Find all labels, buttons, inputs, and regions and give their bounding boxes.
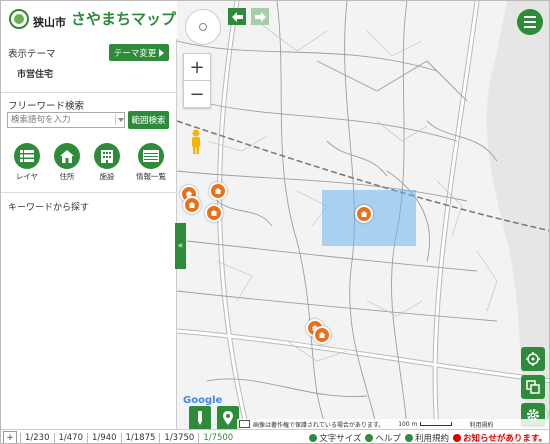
scale-1-940[interactable]: 1/940 [87, 432, 121, 443]
back-button[interactable] [228, 8, 246, 25]
tool-address-label: 住所 [59, 172, 75, 181]
home-icon [54, 143, 80, 169]
bottom-bar: + 1/230 1/470 1/940 1/1875 1/3750 1/7500… [1, 429, 549, 444]
font-size-link[interactable]: 文字サイズ [309, 432, 362, 444]
scale-1-7500[interactable]: 1/7500 [198, 432, 237, 443]
table-icon [138, 143, 164, 169]
scale-bar [420, 422, 453, 426]
city-logo[interactable]: 狭山市 [9, 8, 66, 30]
divider [1, 192, 177, 193]
search-dropdown-icon[interactable] [115, 114, 125, 125]
tool-info-list[interactable]: 情報一覧 [131, 143, 171, 182]
google-logo-text: Google [183, 395, 223, 406]
expand-button[interactable]: + [3, 430, 17, 443]
scale-1-1875[interactable]: 1/1875 [120, 432, 160, 443]
pencil-icon [198, 411, 202, 425]
zoom-in-button[interactable]: + [183, 53, 211, 81]
app-window: 狭山市 さやまちマップ 表示テーマ テーマ変更 市営住宅 フリーワード検索 範囲… [0, 0, 550, 444]
copy-layers-icon [526, 380, 540, 394]
tool-row: レイヤ 住所 施設 情報一覧 [7, 143, 171, 187]
divider [1, 92, 177, 93]
keyboard-icon [239, 420, 250, 428]
scale-1-230[interactable]: 1/230 [20, 432, 54, 443]
terms-link[interactable]: 利用規約 [405, 432, 450, 444]
terms-icon [405, 433, 413, 442]
freeword-label: フリーワード検索 [8, 101, 85, 112]
housing-marker[interactable] [355, 205, 373, 223]
pin-button[interactable] [217, 406, 239, 429]
list-icon [14, 143, 40, 169]
text-size-icon [309, 433, 318, 442]
range-search-button[interactable]: 範囲検索 [128, 111, 169, 129]
crosshair-icon [526, 352, 540, 366]
search-input[interactable] [7, 112, 125, 128]
help-icon [365, 433, 374, 442]
tool-layer[interactable]: レイヤ [7, 143, 47, 182]
help-link[interactable]: ヘルプ [365, 432, 401, 444]
forward-button[interactable] [251, 8, 269, 25]
scale-1-3750[interactable]: 1/3750 [159, 432, 198, 443]
street-view-pegman-icon[interactable] [190, 129, 202, 155]
arrow-right-icon [254, 11, 266, 22]
housing-marker[interactable] [313, 326, 331, 344]
tool-address[interactable]: 住所 [47, 143, 87, 182]
play-icon [159, 48, 165, 57]
tool-info-list-label: 情報一覧 [136, 172, 166, 181]
header: 狭山市 さやまちマップ [1, 1, 177, 40]
notice-icon [453, 433, 462, 442]
sidebar: 表示テーマ テーマ変更 市営住宅 フリーワード検索 範囲検索 レイヤ 住所 [1, 39, 177, 429]
google-terms-link[interactable]: 利用規約 [469, 420, 493, 429]
city-emblem-icon [9, 9, 29, 29]
map-pin-icon [223, 411, 233, 425]
tool-facility[interactable]: 施設 [87, 143, 127, 182]
tool-facility-label: 施設 [99, 172, 115, 181]
google-logo: Google [183, 395, 222, 406]
theme-label: 表示テーマ [8, 49, 56, 60]
theme-change-button[interactable]: テーマ変更 [109, 44, 169, 61]
tool-layer-label: レイヤ [15, 172, 39, 181]
notice-link[interactable]: お知らせがあります。 [453, 432, 547, 444]
current-theme: 市営住宅 [17, 70, 54, 80]
hamburger-line [524, 26, 536, 28]
theme-change-label: テーマ変更 [113, 48, 157, 59]
housing-marker[interactable] [183, 196, 201, 214]
help-label: ヘルプ [375, 433, 401, 444]
scale-1-470[interactable]: 1/470 [53, 432, 88, 443]
terms-label: 利用規約 [415, 433, 450, 444]
building-icon [94, 143, 120, 169]
zoom-out-button[interactable]: − [183, 80, 211, 108]
measure-button[interactable] [189, 406, 211, 429]
notice-label: お知らせがあります。 [463, 433, 547, 444]
font-size-label: 文字サイズ [319, 433, 362, 444]
layer-switch-button[interactable] [521, 375, 545, 399]
keyword-search-label[interactable]: キーワードから探す [8, 200, 89, 213]
housing-marker[interactable] [205, 204, 223, 222]
housing-marker[interactable] [209, 182, 227, 200]
hamburger-icon [524, 16, 536, 18]
scale-label: 100 m [398, 420, 418, 428]
app-title: さやまちマップ [71, 10, 177, 28]
current-location-button[interactable] [521, 347, 545, 371]
main-menu-button[interactable] [517, 9, 543, 35]
hamburger-line [524, 21, 536, 23]
copyright-text: 画像は著作権で保護されている場合があります。 [253, 421, 385, 429]
sidebar-collapse-button[interactable]: « [175, 223, 186, 269]
pan-control[interactable] [185, 9, 221, 45]
map-canvas[interactable]: + − Google 画像は著作権で保護されている場合があります。 100 m … [177, 1, 549, 429]
city-name: 狭山市 [33, 16, 66, 29]
arrow-left-icon [231, 11, 243, 22]
map-attribution: 画像は著作権で保護されている場合があります。 100 m 利用規約 [237, 419, 549, 429]
